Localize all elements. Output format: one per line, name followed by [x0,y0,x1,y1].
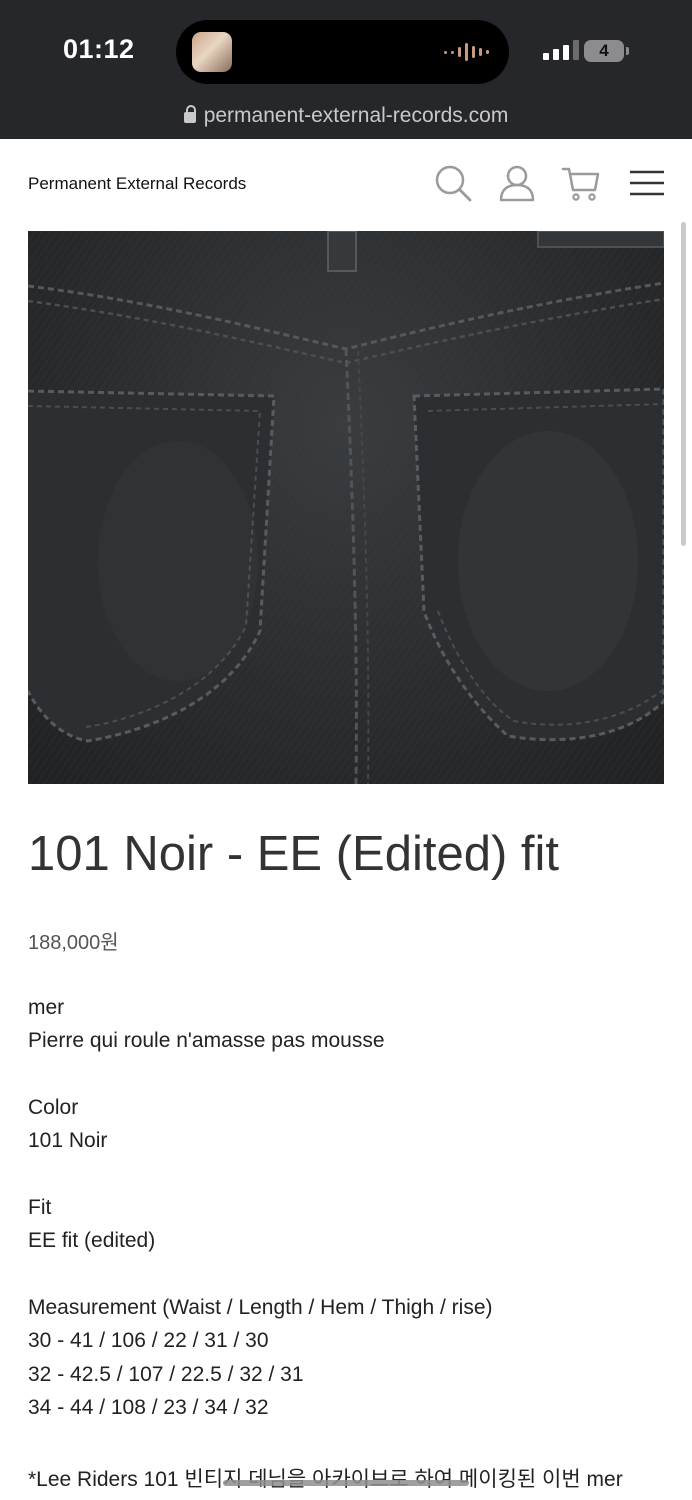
brand-label: mer [28,996,65,1019]
color-label: Color [28,1096,79,1119]
cellular-signal-icon [543,40,579,60]
url-text: permanent-external-records.com [203,104,509,127]
measurement-row: 30 - 41 / 106 / 22 / 31 / 30 [28,1329,269,1352]
address-bar[interactable]: permanent-external-records.com [0,104,692,128]
battery-icon: 4 [584,40,624,62]
measurement-row: 34 - 44 / 108 / 23 / 34 / 32 [28,1396,269,1419]
product-note: *Lee Riders 101 빈티지 데님을 아카이브로 하여 메이킹된 이번… [28,1468,623,1491]
measurement-row: 32 - 42.5 / 107 / 22.5 / 32 / 31 [28,1363,304,1386]
color-value: 101 Noir [28,1129,108,1152]
tagline: Pierre qui roule n'amasse pas mousse [28,1029,385,1052]
status-bar: 01:12 4 permanent-external-records.com [0,0,692,139]
product-image[interactable] [28,231,664,784]
now-playing-artwork[interactable] [192,32,232,72]
status-time: 01:12 [63,34,135,64]
lock-icon [183,105,196,123]
audio-waveform-icon [444,42,489,62]
fit-label: Fit [28,1196,52,1219]
dynamic-island[interactable] [176,20,509,84]
page-scrollbar[interactable] [681,222,686,546]
denim-jeans-illustration [28,231,664,784]
fit-value: EE fit (edited) [28,1229,156,1252]
search-icon[interactable] [433,163,473,203]
account-icon[interactable] [497,163,537,203]
product-price: 188,000원 [28,932,119,954]
site-logo[interactable]: Permanent External Records [28,174,246,194]
measurement-label: Measurement (Waist / Length / Hem / Thig… [28,1296,493,1319]
product-title: 101 Noir - EE (Edited) fit [28,827,560,881]
battery-tip [626,47,629,55]
home-indicator[interactable] [223,1480,469,1486]
menu-icon[interactable] [627,163,667,203]
cart-icon[interactable] [561,163,601,203]
